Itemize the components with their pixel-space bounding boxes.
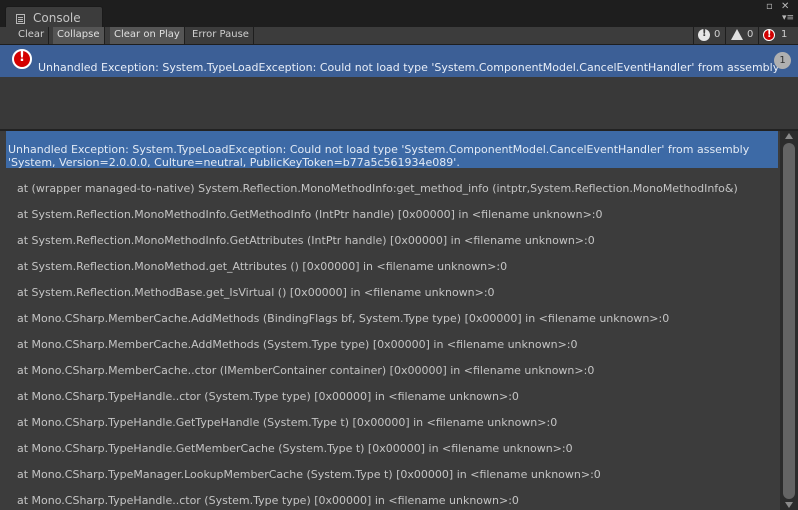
error-icon <box>12 49 32 69</box>
maximize-icon[interactable]: ▫ <box>766 1 773 12</box>
collapse-count-badge: 1 <box>774 52 791 69</box>
scroll-down-icon[interactable] <box>785 502 793 508</box>
stack-frame[interactable]: at System.Reflection.MonoMethod.get_Attr… <box>17 260 507 273</box>
exception-line: Unhandled Exception: System.TypeLoadExce… <box>8 143 750 156</box>
stack-frame[interactable]: at Mono.CSharp.TypeHandle..ctor (System.… <box>17 390 519 403</box>
stack-frame[interactable]: at Mono.CSharp.TypeHandle.GetMemberCache… <box>17 442 573 455</box>
warning-count-toggle[interactable]: 0 <box>725 27 758 44</box>
error-count: 1 <box>781 29 788 40</box>
warning-icon <box>731 29 743 40</box>
stack-frame[interactable]: at System.Reflection.MethodBase.get_IsVi… <box>17 286 495 299</box>
collapse-button[interactable]: Collapse <box>53 27 105 44</box>
close-icon[interactable]: ✕ <box>781 1 789 12</box>
stack-frame[interactable]: at Mono.CSharp.TypeHandle..ctor (System.… <box>17 494 519 507</box>
stack-frame[interactable]: at Mono.CSharp.TypeHandle.GetTypeHandle … <box>17 416 557 429</box>
stack-frame[interactable]: at Mono.CSharp.MemberCache.AddMethods (S… <box>17 338 577 351</box>
error-pause-button[interactable]: Error Pause <box>188 27 254 44</box>
info-icon <box>698 28 710 41</box>
clear-button[interactable]: Clear <box>14 27 50 44</box>
scrollbar-thumb[interactable] <box>783 143 795 499</box>
clear-on-play-button[interactable]: Clear on Play <box>110 27 185 44</box>
scroll-up-icon[interactable] <box>785 133 793 139</box>
console-icon <box>16 14 25 24</box>
info-count-toggle[interactable]: 0 <box>693 27 725 44</box>
exception-message[interactable]: Unhandled Exception: System.TypeLoadExce… <box>6 131 778 169</box>
log-entry-text: Unhandled Exception: System.TypeLoadExce… <box>38 61 780 74</box>
log-list: Unhandled Exception: System.TypeLoadExce… <box>0 45 798 129</box>
stack-frame[interactable]: at Mono.CSharp.MemberCache..ctor (IMembe… <box>17 364 594 377</box>
stack-frame[interactable]: at System.Reflection.MonoMethodInfo.GetA… <box>17 234 595 247</box>
console-window: Console ▫ ✕ ▾≡ Clear Collapse Clear on P… <box>0 0 798 510</box>
tab-strip: Console ▫ ✕ ▾≡ <box>0 0 798 27</box>
tab-title: Console <box>33 11 81 25</box>
stack-frame[interactable]: at Mono.CSharp.MemberCache.AddMethods (B… <box>17 312 669 325</box>
tab-console[interactable]: Console <box>5 6 103 27</box>
console-toolbar: Clear Collapse Clear on Play Error Pause… <box>0 27 798 45</box>
stack-trace-pane: Unhandled Exception: System.TypeLoadExce… <box>6 131 780 510</box>
stack-frame[interactable]: at (wrapper managed-to-native) System.Re… <box>17 182 738 195</box>
error-count-toggle[interactable]: 1 <box>758 27 791 44</box>
warning-count: 0 <box>747 29 754 40</box>
log-entry[interactable]: Unhandled Exception: System.TypeLoadExce… <box>0 45 798 77</box>
window-menu-icon[interactable]: ▾≡ <box>782 13 794 23</box>
vertical-scrollbar[interactable] <box>780 131 798 510</box>
error-icon <box>763 29 775 41</box>
stack-frame[interactable]: at System.Reflection.MonoMethodInfo.GetM… <box>17 208 603 221</box>
info-count: 0 <box>714 29 721 40</box>
stack-frame[interactable]: at Mono.CSharp.TypeManager.LookupMemberC… <box>17 468 601 481</box>
exception-line: 'System, Version=2.0.0.0, Culture=neutra… <box>8 156 460 169</box>
